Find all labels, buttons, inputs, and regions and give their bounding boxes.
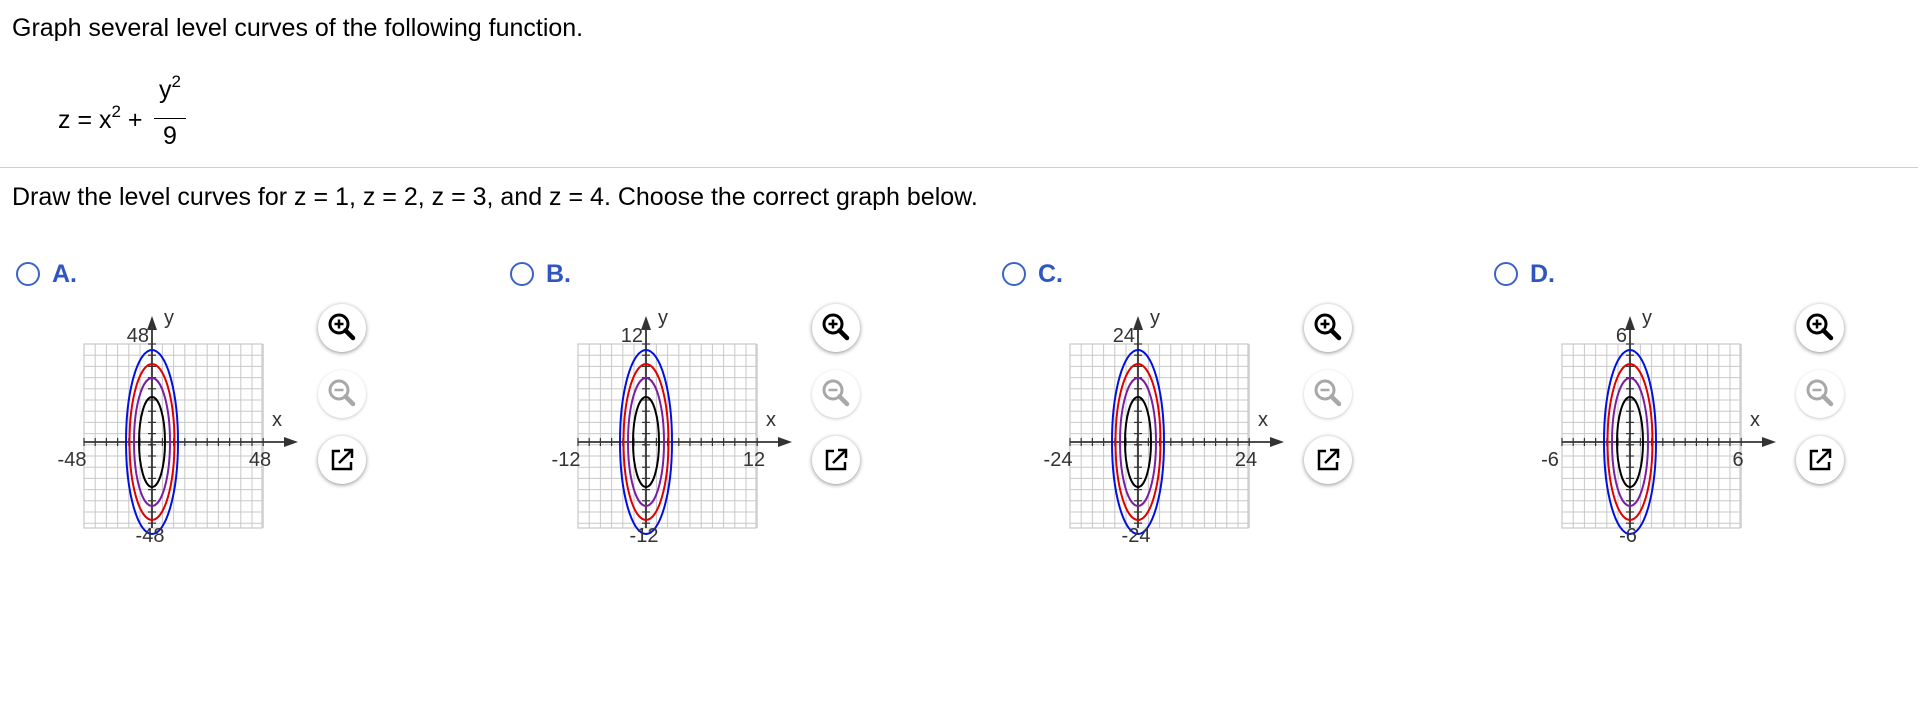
section-divider bbox=[0, 167, 1918, 168]
fraction-denominator: 9 bbox=[163, 122, 177, 150]
formula-plus: + bbox=[120, 106, 143, 134]
y-min-label: -24 bbox=[1122, 525, 1151, 544]
pop-out-icon bbox=[1809, 448, 1832, 471]
option-d[interactable]: D. y x 6 -6 -6 6 bbox=[1492, 258, 1892, 558]
zoom-in-icon bbox=[822, 313, 850, 341]
zoom-in-icon bbox=[328, 313, 356, 341]
y-min-label: -48 bbox=[136, 525, 165, 544]
y-min-label: -6 bbox=[1619, 525, 1637, 544]
y-max-label: 24 bbox=[1113, 325, 1135, 347]
zoom-in-icon bbox=[1314, 313, 1342, 341]
x-min-label: -48 bbox=[58, 449, 87, 471]
instruction-text: Draw the level curves for z = 1, z = 2, … bbox=[12, 183, 978, 211]
graph-b: yx12-12-12 12 bbox=[552, 307, 792, 544]
x-max-label: 6 bbox=[1732, 449, 1743, 471]
pop-out-icon bbox=[825, 448, 848, 471]
zoom-in-button-d[interactable] bbox=[1796, 304, 1844, 352]
option-c-label[interactable]: C. bbox=[1038, 260, 1063, 289]
option-d-label[interactable]: D. bbox=[1530, 260, 1555, 289]
y-axis-label: y bbox=[658, 307, 668, 329]
graph-a: yx48-48-48 48 bbox=[58, 307, 298, 544]
pop-out-button-d[interactable] bbox=[1796, 436, 1844, 484]
x-axis-label: x bbox=[1258, 409, 1268, 431]
pop-out-button-a[interactable] bbox=[318, 436, 366, 484]
fraction-bar bbox=[154, 118, 186, 119]
x-min-label: -6 bbox=[1541, 449, 1559, 471]
zoom-out-button-d[interactable] bbox=[1796, 370, 1844, 418]
function-formula: z = x2 + y2 9 bbox=[58, 72, 318, 152]
y-max-label: 12 bbox=[621, 325, 643, 347]
y-max-label: 6 bbox=[1616, 325, 1627, 347]
x-min-label: -12 bbox=[552, 449, 581, 471]
question-text: Graph several level curves of the follow… bbox=[12, 14, 584, 42]
x-min-label: -24 bbox=[1044, 449, 1073, 471]
x-axis-arrow bbox=[284, 437, 298, 447]
formula-prefix: z = x bbox=[58, 106, 112, 134]
numerator-base: y bbox=[159, 76, 172, 104]
pop-out-button-b[interactable] bbox=[812, 436, 860, 484]
y-min-label: -12 bbox=[630, 525, 659, 544]
x-max-label: 12 bbox=[743, 449, 765, 471]
option-c[interactable]: C. y x 24 -24 -24 24 bbox=[1000, 258, 1400, 558]
pop-out-icon bbox=[331, 448, 354, 471]
zoom-out-icon bbox=[1314, 379, 1342, 407]
radio-button-a[interactable] bbox=[16, 262, 40, 286]
graph-d: yx6-6-6 6 bbox=[1541, 307, 1776, 544]
x-axis-label: x bbox=[766, 409, 776, 431]
formula-lhs: z = x2 + bbox=[58, 102, 143, 135]
zoom-out-icon bbox=[328, 379, 356, 407]
y-axis-label: y bbox=[1150, 307, 1160, 329]
option-b-label[interactable]: B. bbox=[546, 260, 571, 289]
numerator-exponent: 2 bbox=[171, 72, 181, 91]
x-axis-arrow bbox=[1762, 437, 1776, 447]
option-b[interactable]: B. y x 12 -12 -12 12 bbox=[508, 258, 908, 558]
y-axis-label: y bbox=[1642, 307, 1652, 329]
y-axis-label: y bbox=[164, 307, 174, 329]
zoom-out-button-c[interactable] bbox=[1304, 370, 1352, 418]
zoom-out-icon bbox=[1806, 379, 1834, 407]
radio-button-d[interactable] bbox=[1494, 262, 1518, 286]
x-max-label: 24 bbox=[1235, 449, 1257, 471]
radio-button-b[interactable] bbox=[510, 262, 534, 286]
x-axis-label: x bbox=[1750, 409, 1760, 431]
zoom-in-icon bbox=[1806, 313, 1834, 341]
formula-exponent: 2 bbox=[111, 102, 121, 121]
pop-out-button-c[interactable] bbox=[1304, 436, 1352, 484]
zoom-out-icon bbox=[822, 379, 850, 407]
radio-button-c[interactable] bbox=[1002, 262, 1026, 286]
x-max-label: 48 bbox=[249, 449, 271, 471]
option-a-label[interactable]: A. bbox=[52, 260, 77, 289]
zoom-in-button-c[interactable] bbox=[1304, 304, 1352, 352]
fraction-numerator: y2 bbox=[154, 72, 186, 105]
graph-c: yx24-24-24 24 bbox=[1044, 307, 1284, 544]
pop-out-icon bbox=[1317, 448, 1340, 471]
zoom-in-button-b[interactable] bbox=[812, 304, 860, 352]
option-a[interactable]: A. y x 48 -48 -48 48 bbox=[14, 258, 414, 558]
zoom-out-button-a[interactable] bbox=[318, 370, 366, 418]
x-axis-arrow bbox=[778, 437, 792, 447]
zoom-out-button-b[interactable] bbox=[812, 370, 860, 418]
zoom-in-button-a[interactable] bbox=[318, 304, 366, 352]
x-axis-arrow bbox=[1270, 437, 1284, 447]
x-axis-label: x bbox=[272, 409, 282, 431]
y-max-label: 48 bbox=[127, 325, 149, 347]
